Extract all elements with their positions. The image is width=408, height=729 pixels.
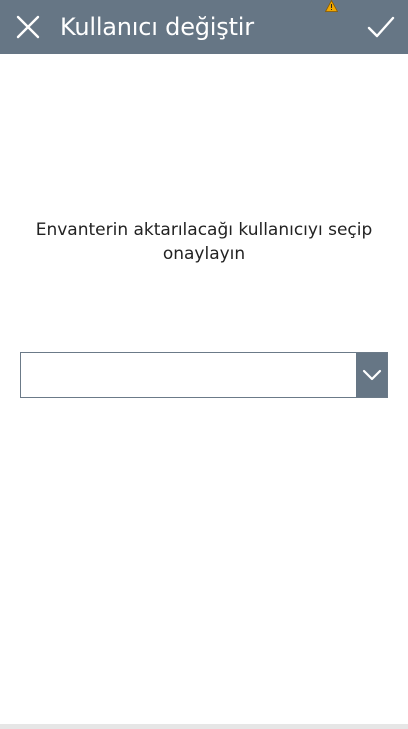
warning-icon [325,0,338,12]
confirm-button[interactable] [364,10,398,44]
chevron-down-icon [362,369,381,381]
bottom-bar [0,724,408,729]
instruction-text: Envanterin aktarılacağı kullanıcıyı seçi… [35,220,373,264]
user-select[interactable] [20,352,388,398]
select-arrow-button[interactable] [356,353,387,397]
user-select-value [31,353,347,397]
checkmark-icon [367,16,395,38]
close-icon [16,15,40,39]
header-bar: Kullanıcı değiştir [0,0,408,54]
close-button[interactable] [12,11,44,43]
page-title: Kullanıcı değiştir [60,13,254,41]
screen: Kullanıcı değiştir Envanterin aktarılaca… [0,0,408,729]
